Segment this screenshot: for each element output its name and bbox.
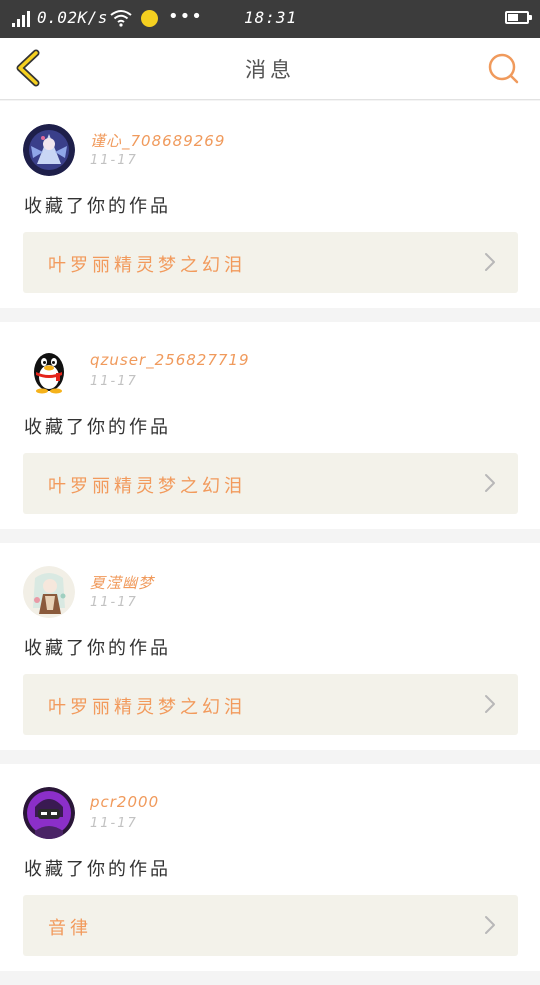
anime-avatar-icon[interactable]	[23, 124, 75, 176]
work-title: 叶罗丽精灵梦之幻泪	[48, 476, 246, 497]
message-card: pcr2000 11-17 收藏了你的作品 音律	[0, 764, 540, 971]
message-card: qzuser_256827719 11-17 收藏了你的作品 叶罗丽精灵梦之幻泪	[0, 322, 540, 529]
username-link[interactable]: qzuser_256827719	[90, 351, 250, 369]
chevron-right-icon	[485, 474, 495, 492]
username-link[interactable]: 夏滢幽梦	[90, 572, 154, 593]
work-link[interactable]: 叶罗丽精灵梦之幻泪	[23, 674, 518, 735]
message-card: 夏滢幽梦 11-17 收藏了你的作品 叶罗丽精灵梦之幻泪	[0, 543, 540, 750]
work-title: 叶罗丽精灵梦之幻泪	[48, 255, 246, 276]
message-date: 11-17	[90, 595, 138, 610]
qq-penguin-avatar-icon[interactable]	[23, 345, 75, 397]
message-date: 11-17	[90, 153, 138, 168]
work-title: 音律	[48, 918, 92, 939]
message-date: 11-17	[90, 816, 138, 831]
notification-dot-icon	[141, 10, 158, 27]
message-date: 11-17	[90, 374, 138, 389]
work-link[interactable]: 叶罗丽精灵梦之幻泪	[23, 453, 518, 514]
signal-icon	[12, 11, 30, 27]
chevron-right-icon	[485, 695, 495, 713]
chevron-right-icon	[485, 253, 495, 271]
chevron-right-icon	[485, 916, 495, 934]
page-title: 消息	[245, 58, 295, 82]
work-link[interactable]: 叶罗丽精灵梦之幻泪	[23, 232, 518, 293]
battery-icon	[505, 11, 532, 24]
search-icon[interactable]	[484, 50, 522, 88]
username-link[interactable]: 谨心_708689269	[90, 130, 225, 151]
top-app-bar: 消息	[0, 38, 540, 100]
purple-character-avatar-icon[interactable]	[23, 787, 75, 839]
message-action-text: 收藏了你的作品	[24, 859, 171, 880]
more-notifications-indicator: •••	[168, 6, 203, 27]
status-clock: 18:31	[244, 8, 298, 27]
message-action-text: 收藏了你的作品	[24, 638, 171, 659]
work-link[interactable]: 音律	[23, 895, 518, 956]
status-bar: 0.02K/s ••• 18:31	[0, 0, 540, 38]
message-card: 谨心_708689269 11-17 收藏了你的作品 叶罗丽精灵梦之幻泪	[0, 101, 540, 308]
message-action-text: 收藏了你的作品	[24, 417, 171, 438]
username-link[interactable]: pcr2000	[90, 793, 159, 811]
message-action-text: 收藏了你的作品	[24, 196, 171, 217]
net-speed: 0.02K/s	[37, 8, 108, 27]
wifi-icon	[110, 10, 132, 27]
message-list: 谨心_708689269 11-17 收藏了你的作品 叶罗丽精灵梦之幻泪 qzu…	[0, 101, 540, 985]
work-title: 叶罗丽精灵梦之幻泪	[48, 697, 246, 718]
anime-girl-avatar-icon[interactable]	[23, 566, 75, 618]
